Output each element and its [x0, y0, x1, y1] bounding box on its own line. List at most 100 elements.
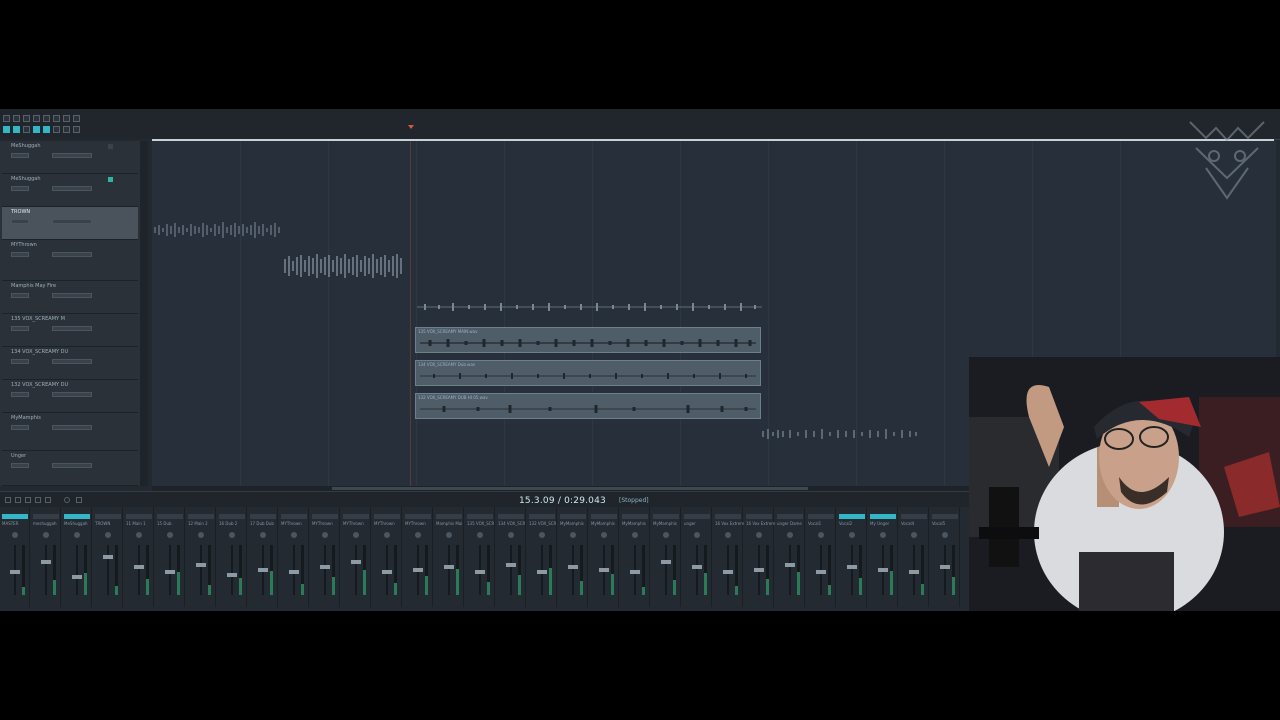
pan-knob-icon[interactable] [74, 532, 80, 538]
track-output[interactable] [52, 359, 92, 364]
mixer-strip[interactable]: MeShuggah [62, 507, 92, 607]
mixer-strip[interactable]: 16 Dub 2 [217, 507, 247, 607]
tool-edit-icon[interactable] [23, 115, 30, 122]
fader-handle[interactable] [72, 575, 82, 579]
fader-handle[interactable] [165, 570, 175, 574]
strip-header[interactable] [219, 514, 245, 519]
fader-handle[interactable] [227, 573, 237, 577]
pan-knob-icon[interactable] [260, 532, 266, 538]
strip-header[interactable] [839, 514, 865, 519]
track-control[interactable] [11, 186, 29, 191]
redo-icon[interactable] [63, 126, 70, 133]
mixer-strip[interactable]: unger Dame [775, 507, 805, 607]
strip-header[interactable] [95, 514, 121, 519]
strip-header[interactable] [374, 514, 400, 519]
fader-handle[interactable] [351, 560, 361, 564]
track-header[interactable]: Unger [2, 451, 138, 486]
tool-split-icon[interactable] [33, 115, 40, 122]
snap-icon[interactable] [3, 126, 10, 133]
fader-track[interactable] [107, 545, 109, 595]
track-output[interactable] [52, 392, 92, 397]
grid-icon[interactable] [13, 126, 20, 133]
mixer-strip[interactable]: MYThrown [403, 507, 433, 607]
strip-header[interactable] [498, 514, 524, 519]
strip-header[interactable] [250, 514, 276, 519]
strip-header[interactable] [684, 514, 710, 519]
fader-track[interactable] [696, 545, 698, 595]
fader-handle[interactable] [444, 565, 454, 569]
fader-handle[interactable] [940, 565, 950, 569]
track-output[interactable] [52, 326, 92, 331]
fader-handle[interactable] [413, 568, 423, 572]
follow-icon[interactable] [33, 126, 40, 133]
record-icon[interactable] [64, 497, 70, 503]
pan-knob-icon[interactable] [291, 532, 297, 538]
fader-handle[interactable] [785, 563, 795, 567]
track-scrollbar[interactable] [140, 141, 148, 486]
tool-select-icon[interactable] [3, 115, 10, 122]
strip-header[interactable] [932, 514, 958, 519]
pan-knob-icon[interactable] [632, 532, 638, 538]
pan-knob-icon[interactable] [756, 532, 762, 538]
pan-knob-icon[interactable] [446, 532, 452, 538]
track-header[interactable]: 132 VOX_SCREAMY DU [2, 380, 138, 413]
fader-handle[interactable] [537, 570, 547, 574]
pan-knob-icon[interactable] [322, 532, 328, 538]
play-icon[interactable] [35, 497, 41, 503]
strip-header[interactable] [33, 514, 59, 519]
fader-track[interactable] [324, 545, 326, 595]
mixer-strip[interactable]: Vocal5 [930, 507, 960, 607]
fader-track[interactable] [448, 545, 450, 595]
loop-toggle-icon[interactable] [76, 497, 82, 503]
mixer-strip[interactable]: MYThrown [279, 507, 309, 607]
fader-track[interactable] [944, 545, 946, 595]
track-name[interactable]: Unger [11, 453, 26, 459]
fader-handle[interactable] [289, 570, 299, 574]
track-output[interactable] [52, 463, 92, 468]
fader-handle[interactable] [816, 570, 826, 574]
track-name[interactable]: 135 VOX_SCREAMY M [11, 316, 65, 322]
fader-track[interactable] [355, 545, 357, 595]
pan-knob-icon[interactable] [105, 532, 111, 538]
track-control[interactable] [11, 359, 29, 364]
track-name[interactable]: MeShuggah [11, 143, 40, 149]
audio-clip[interactable]: 132 VOX_SCREAMY DUB HI 05.wav [415, 393, 761, 419]
pan-knob-icon[interactable] [12, 532, 18, 538]
pan-knob-icon[interactable] [818, 532, 824, 538]
strip-header[interactable] [591, 514, 617, 519]
tool-mute-icon[interactable] [63, 115, 70, 122]
fader-handle[interactable] [630, 570, 640, 574]
mixer-strip[interactable]: My Unger [868, 507, 898, 607]
pan-knob-icon[interactable] [43, 532, 49, 538]
track-name[interactable]: MeShuggah [11, 176, 40, 182]
fader-track[interactable] [510, 545, 512, 595]
strip-header[interactable] [870, 514, 896, 519]
pan-knob-icon[interactable] [694, 532, 700, 538]
audio-clip[interactable]: 135 VOX_SCREAMY MAIN.wav [415, 327, 761, 353]
fader-handle[interactable] [692, 565, 702, 569]
strip-header[interactable] [188, 514, 214, 519]
undo-icon[interactable] [53, 126, 60, 133]
fader-handle[interactable] [10, 570, 20, 574]
mixer-strip[interactable]: 135 VOX_SCR [465, 507, 495, 607]
fader-handle[interactable] [909, 570, 919, 574]
track-output[interactable] [52, 186, 92, 191]
track-header[interactable]: MYThrown [2, 240, 138, 281]
fader-handle[interactable] [382, 570, 392, 574]
fader-track[interactable] [851, 545, 853, 595]
track-output[interactable] [52, 293, 92, 298]
mixer-strip[interactable]: MYThrown [310, 507, 340, 607]
timeline-ruler[interactable] [152, 109, 1280, 140]
pan-knob-icon[interactable] [353, 532, 359, 538]
playhead-marker-icon[interactable] [408, 125, 414, 129]
strip-header[interactable] [343, 514, 369, 519]
track-header[interactable]: 134 VOX_SCREAMY DU [2, 347, 138, 380]
track-control[interactable] [11, 392, 29, 397]
pan-knob-icon[interactable] [384, 532, 390, 538]
strip-header[interactable] [312, 514, 338, 519]
mixer-strip[interactable]: unger [682, 507, 712, 607]
fader-track[interactable] [200, 545, 202, 595]
strip-header[interactable] [126, 514, 152, 519]
fader-handle[interactable] [506, 563, 516, 567]
settings-icon[interactable] [73, 126, 80, 133]
